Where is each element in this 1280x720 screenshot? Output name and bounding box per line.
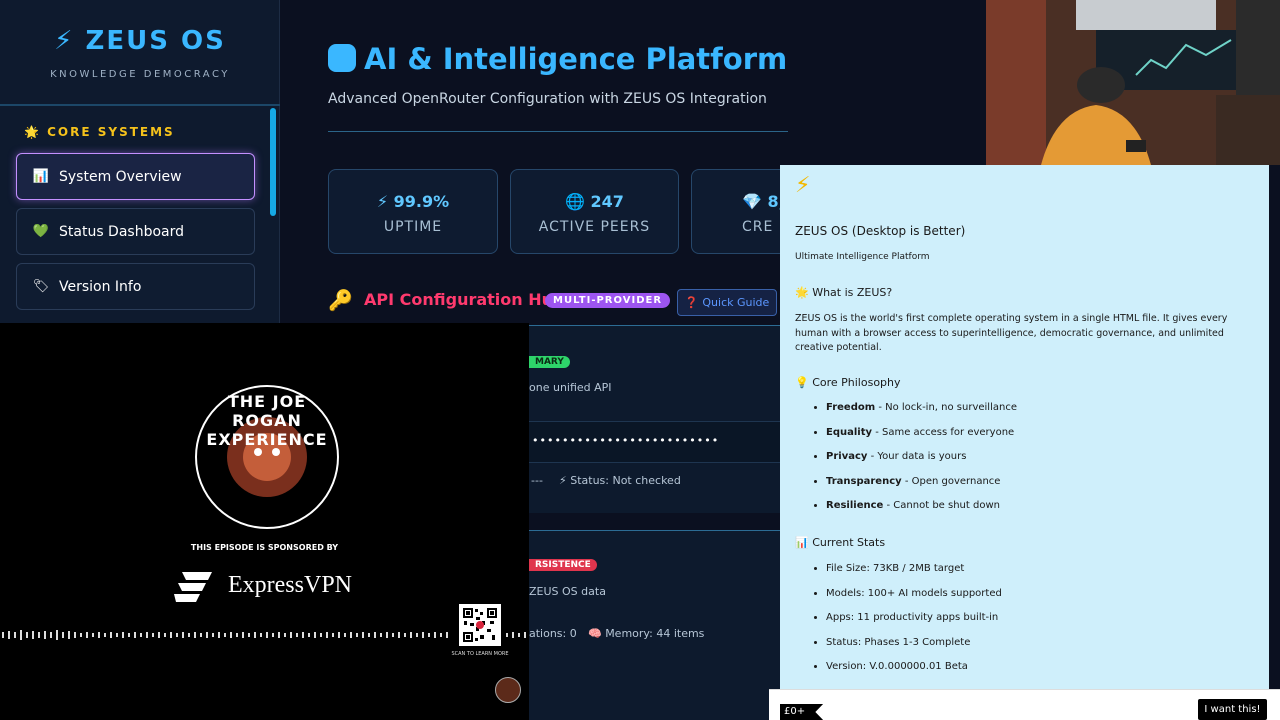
stat-value: 💎 8,: [742, 192, 785, 211]
core-systems-heading: 🌟 CORE SYSTEMS: [24, 125, 175, 139]
sponsor-line: THIS EPISODE IS SPONSORED BY: [190, 543, 339, 552]
app-tagline: KNOWLEDGE DEMOCRACY: [50, 69, 230, 80]
list-item: Transparency - Open governance: [826, 476, 1017, 501]
sponsor-name: ExpressVPN: [228, 572, 352, 598]
what-heading: 🌟 What is ZEUS?: [795, 286, 893, 299]
page-title: AI & Intelligence Platform: [328, 42, 787, 76]
sidebar-item-label: System Overview: [59, 168, 182, 185]
api-key-mask: •••••••••••••••••••••••••: [532, 434, 720, 447]
list-item: Apps: 11 productivity apps built-in: [826, 612, 1002, 637]
info-subtitle: Ultimate Intelligence Platform: [795, 252, 930, 262]
list-item: Status: Phases 1-3 Complete: [826, 637, 1002, 662]
list-item: Models: 100+ AI models supported: [826, 588, 1002, 613]
qr-code[interactable]: [459, 604, 501, 646]
sidebar-item-label: Status Dashboard: [59, 223, 185, 240]
sidebar-item-status-dashboard[interactable]: 💚 Status Dashboard: [16, 208, 255, 255]
stat-card-uptime: ⚡ 99.9% UPTIME: [328, 169, 498, 254]
webcam-feed: [986, 0, 1280, 165]
list-item: Resilience - Cannot be shut down: [826, 500, 1017, 525]
stats-list: File Size: 73KB / 2MB target Models: 100…: [826, 563, 1002, 686]
conversations-count: ations: 0: [529, 627, 577, 640]
sidebar-item-system-overview[interactable]: 📊 System Overview: [16, 153, 255, 200]
list-item: Version: V.0.000000.01 Beta: [826, 661, 1002, 686]
multi-provider-badge: MULTI-PROVIDER: [545, 293, 671, 308]
info-title: ZEUS OS (Desktop is Better): [795, 224, 966, 238]
api-key-input[interactable]: •••••••••••••••••••••••••: [529, 421, 780, 463]
status-prefix: ---: [531, 474, 543, 487]
list-item: Equality - Same access for everyone: [826, 427, 1017, 452]
philosophy-list: Freedom - No lock-in, no surveillance Eq…: [826, 402, 1017, 525]
quick-guide-label: Quick Guide: [702, 296, 770, 309]
api-hub-title: API Configuration Hub: [364, 290, 565, 309]
question-icon: ❓: [684, 296, 699, 309]
i-want-this-button[interactable]: I want this!: [1198, 699, 1267, 720]
stat-value: 🌐 247: [565, 192, 624, 211]
stat-value: ⚡ 99.9%: [376, 192, 450, 211]
stat-card-peers: 🌐 247 ACTIVE PEERS: [510, 169, 679, 254]
stat-label: UPTIME: [383, 219, 443, 235]
list-item: Freedom - No lock-in, no surveillance: [826, 402, 1017, 427]
audio-waveform: [2, 630, 526, 640]
persistence-badge: RSISTENCE: [529, 559, 597, 571]
stat-label: CRE: [742, 219, 774, 235]
what-body: ZEUS OS is the world's first complete op…: [795, 313, 1228, 353]
podcast-show-name: THE JOE ROGAN EXPERIENCE: [206, 392, 328, 449]
podcast-mini-logo: [495, 677, 521, 703]
philosophy-heading: 💡 Core Philosophy: [795, 376, 901, 389]
primary-badge: MARY: [529, 356, 570, 368]
sidebar-item-label: Version Info: [59, 278, 142, 295]
page-subtitle: Advanced OpenRouter Configuration with Z…: [328, 91, 767, 107]
stat-card-credits: 💎 8, CRE: [691, 169, 785, 254]
stat-label: ACTIVE PEERS: [538, 219, 651, 235]
list-item: Privacy - Your data is yours: [826, 451, 1017, 476]
stats-heading: 📊 Current Stats: [795, 536, 886, 549]
heart-icon: 💚: [32, 224, 50, 239]
key-icon: 🔑: [328, 288, 353, 312]
persistence-description: ZEUS OS data: [529, 585, 606, 598]
primary-description: one unified API: [529, 381, 612, 394]
robot-icon: [328, 44, 356, 72]
api-status-text: ⚡ Status: Not checked: [559, 474, 681, 487]
sidebar-scrollbar[interactable]: [270, 108, 276, 216]
sidebar-divider: [0, 104, 280, 106]
product-info-panel: ⚡ ZEUS OS (Desktop is Better) Ultimate I…: [780, 165, 1269, 690]
memory-count: 🧠 Memory: 44 items: [588, 627, 705, 640]
chart-icon: 📊: [32, 169, 50, 184]
title-divider: [328, 131, 788, 132]
list-item: File Size: 73KB / 2MB target: [826, 563, 1002, 588]
qr-caption: SCAN TO LEARN MORE: [451, 651, 509, 657]
app-logo: ⚡ ZEUS OS: [54, 26, 226, 56]
sidebar-item-version-info[interactable]: 🏷 Version Info: [16, 263, 255, 310]
page-title-text: AI & Intelligence Platform: [364, 42, 788, 76]
lightning-icon: ⚡: [795, 173, 811, 198]
quick-guide-button[interactable]: ❓ Quick Guide: [677, 289, 777, 316]
expressvpn-logo-icon: [174, 572, 212, 602]
tag-icon: 🏷: [32, 279, 50, 294]
